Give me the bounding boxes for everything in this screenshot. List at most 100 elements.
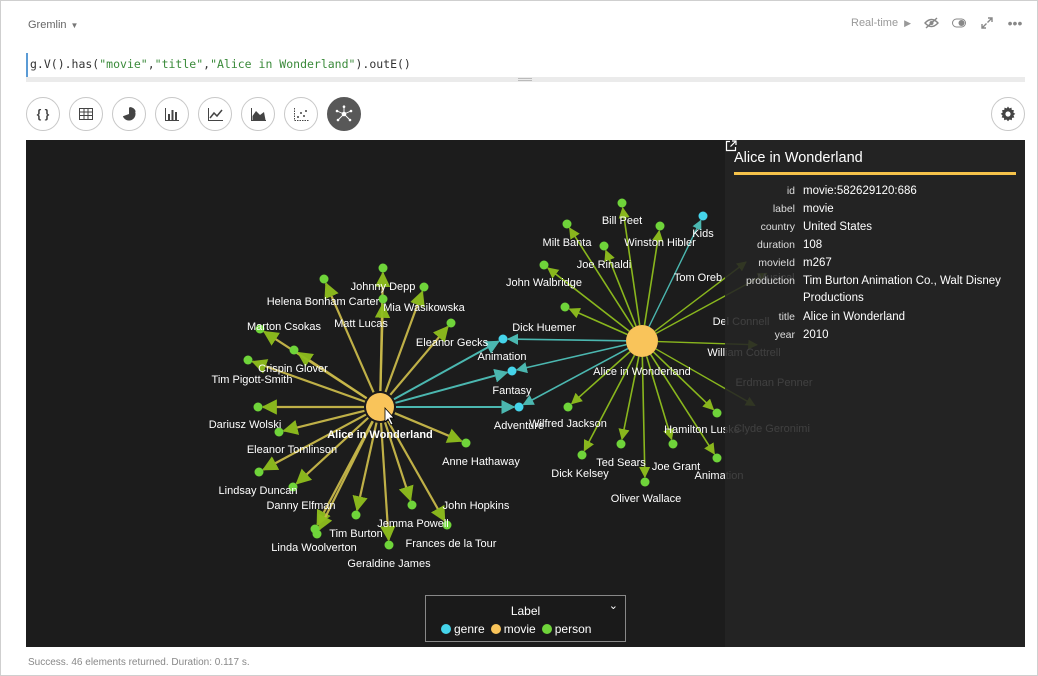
cell-toolbar: Real-time ▶ •••: [851, 15, 1023, 31]
realtime-label: Real-time: [851, 17, 899, 29]
property-value: movie:582629120:686: [803, 185, 917, 197]
json-view-button[interactable]: { }: [26, 97, 60, 131]
person-node[interactable]: [560, 302, 570, 312]
eye-slash-icon[interactable]: [923, 15, 939, 31]
property-key: production: [745, 275, 795, 287]
person-node[interactable]: [577, 450, 587, 460]
person-node[interactable]: [384, 540, 394, 550]
legend-label: movie: [503, 622, 536, 636]
node-label: Dick Kelsey: [551, 468, 609, 480]
node-label: Helena Bonham Carter: [267, 296, 380, 308]
person-node[interactable]: [419, 282, 429, 292]
graph-edge[interactable]: [296, 351, 368, 400]
graph-edge[interactable]: [506, 333, 627, 345]
movie-node[interactable]: [626, 325, 658, 357]
scatter-chart-icon: [293, 107, 309, 121]
node-label: Lindsay Duncan: [219, 485, 298, 497]
person-node[interactable]: [407, 500, 417, 510]
graph-view-button[interactable]: [327, 97, 361, 131]
person-node[interactable]: [446, 318, 456, 328]
pie-view-button[interactable]: [112, 97, 146, 131]
legend-item-movie[interactable]: movie: [490, 622, 536, 636]
line-chart-icon: [207, 107, 223, 121]
person-node[interactable]: [668, 439, 678, 449]
person-node[interactable]: [378, 263, 388, 273]
person-node[interactable]: [319, 274, 329, 284]
scatter-view-button[interactable]: [284, 97, 318, 131]
area-chart-icon: [250, 107, 266, 121]
node-label: Jemma Powell: [377, 518, 449, 530]
expand-icon[interactable]: [979, 15, 995, 31]
person-node[interactable]: [712, 453, 722, 463]
genre-node[interactable]: [514, 402, 524, 412]
node-label: Frances de la Tour: [406, 538, 497, 550]
person-node[interactable]: [254, 467, 264, 477]
genre-node[interactable]: [507, 366, 517, 376]
property-key: label: [772, 203, 795, 215]
graph-edge[interactable]: [395, 368, 509, 404]
node-label: Animation: [478, 351, 527, 363]
genre-node[interactable]: [498, 334, 508, 344]
node-label: Tim Pigott-Smith: [212, 374, 293, 386]
query-string-key: "title": [154, 57, 204, 71]
node-label: Joe Grant: [652, 461, 700, 473]
person-node[interactable]: [253, 402, 263, 412]
table-icon: [79, 108, 93, 120]
person-node[interactable]: [461, 438, 471, 448]
node-label: Joe Rinaldi: [577, 259, 631, 271]
node-label: Oliver Wallace: [611, 493, 682, 505]
node-label: Winston Hibler: [624, 237, 696, 249]
editor-resize-handle[interactable]: [26, 77, 1025, 82]
chevron-down-icon[interactable]: ⌄: [609, 599, 618, 612]
more-options-icon[interactable]: •••: [1007, 15, 1023, 31]
person-node[interactable]: [351, 510, 361, 520]
graph-canvas[interactable]: Johnny Depp Helena Bonham Carter Mia Wasik…: [26, 140, 1025, 647]
node-label: Fantasy: [492, 385, 532, 397]
person-node[interactable]: [312, 529, 322, 539]
person-node[interactable]: [289, 345, 299, 355]
area-view-button[interactable]: [241, 97, 275, 131]
graph-legend: Label ⌄ genre movie person: [425, 595, 626, 642]
grip-icon: [518, 78, 532, 81]
graph-edge[interactable]: [652, 351, 715, 411]
settings-button[interactable]: [991, 97, 1025, 131]
person-node[interactable]: [539, 260, 549, 270]
external-link-icon[interactable]: [725, 140, 737, 152]
bar-view-button[interactable]: [155, 97, 189, 131]
line-view-button[interactable]: [198, 97, 232, 131]
property-key: year: [774, 329, 795, 341]
graph-edge[interactable]: [568, 307, 628, 336]
legend-dot-icon: [490, 624, 501, 634]
node-label: Matt Lucas: [334, 318, 388, 330]
chevron-down-icon: ▼: [70, 20, 79, 30]
legend-item-person[interactable]: person: [541, 622, 592, 636]
node-label: Anne Hathaway: [442, 456, 520, 468]
person-node[interactable]: [562, 219, 572, 229]
node-label: Tom Oreb: [674, 272, 722, 284]
details-title-underline: [734, 172, 1016, 175]
node-label: Adventure: [494, 420, 544, 432]
person-node[interactable]: [563, 402, 573, 412]
realtime-toggle[interactable]: Real-time ▶: [851, 17, 911, 29]
bar-chart-icon: [165, 107, 179, 121]
query-string-label: "movie": [99, 57, 148, 71]
table-view-button[interactable]: [69, 97, 103, 131]
language-selector[interactable]: Gremlin ▼: [28, 19, 78, 31]
query-editor[interactable]: g.V().has("movie","title","Alice in Wond…: [26, 53, 1025, 77]
legend-dot-icon: [441, 624, 451, 634]
person-node[interactable]: [617, 198, 627, 208]
person-node[interactable]: [599, 241, 609, 251]
person-node[interactable]: [640, 477, 650, 487]
toggle-icon[interactable]: [951, 15, 967, 31]
legend-item-genre[interactable]: genre: [441, 622, 485, 636]
person-node[interactable]: [243, 355, 253, 365]
node-label: Dick Huemer: [512, 322, 576, 334]
node-label: Marton Csokas: [247, 321, 321, 333]
person-node[interactable]: [712, 408, 722, 418]
genre-node[interactable]: [698, 211, 708, 221]
braces-icon: { }: [36, 107, 50, 121]
person-node[interactable]: [655, 221, 665, 231]
legend-label: person: [554, 622, 592, 636]
gear-icon: [1000, 106, 1016, 122]
person-node[interactable]: [616, 439, 626, 449]
